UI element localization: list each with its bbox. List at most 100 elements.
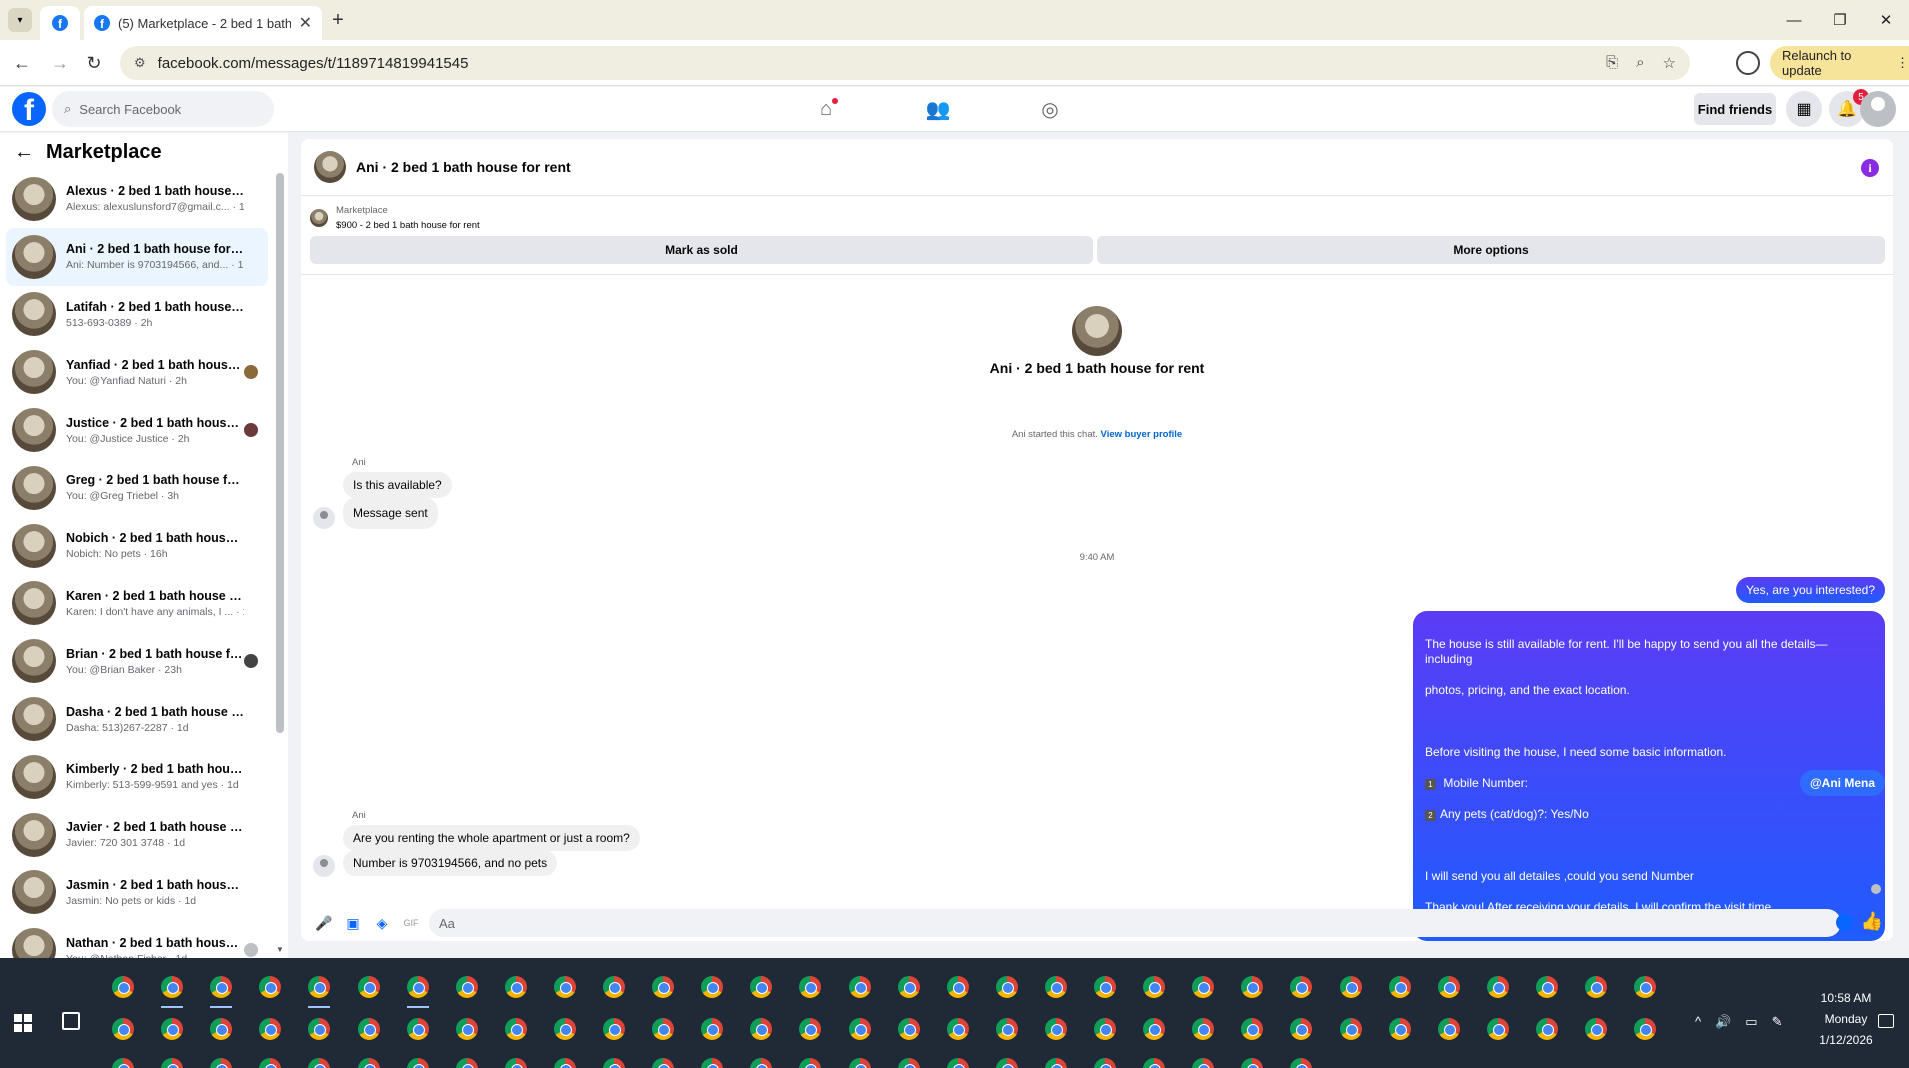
- mark-as-sold-button[interactable]: Mark as sold: [310, 236, 1093, 264]
- network-icon[interactable]: ▭: [1745, 1014, 1757, 1030]
- active-tab[interactable]: f (5) Marketplace - 2 bed 1 bath h ✕: [84, 6, 322, 40]
- chrome-taskbar-icon[interactable]: [308, 1058, 331, 1068]
- conversation-item[interactable]: Javier · 2 bed 1 bath house for r... Javi…: [6, 806, 268, 864]
- chrome-taskbar-icon[interactable]: [701, 1018, 724, 1040]
- chrome-taskbar-icon[interactable]: [1290, 1018, 1313, 1040]
- chrome-taskbar-icon[interactable]: [1143, 976, 1166, 998]
- chrome-taskbar-icon[interactable]: [1535, 976, 1558, 998]
- chrome-taskbar-icon[interactable]: [1094, 976, 1116, 998]
- chrome-taskbar-icon[interactable]: [750, 1058, 773, 1068]
- chrome-taskbar-icon[interactable]: [946, 1058, 969, 1068]
- chrome-taskbar-icon[interactable]: [897, 1058, 920, 1068]
- conversation-item[interactable]: Karen · 2 bed 1 bath house for r... Karen…: [6, 575, 268, 633]
- thumbs-up-icon[interactable]: 👍: [1861, 911, 1883, 932]
- chrome-taskbar-icon[interactable]: [1585, 976, 1607, 998]
- chrome-taskbar-icon[interactable]: [1290, 1058, 1313, 1068]
- relaunch-to-update-button[interactable]: Relaunch to update ⋮: [1770, 46, 1909, 80]
- chrome-taskbar-icon[interactable]: [848, 976, 871, 998]
- chrome-taskbar-icon[interactable]: [308, 976, 331, 1008]
- chrome-taskbar-icon[interactable]: [1094, 1018, 1116, 1040]
- chrome-taskbar-icon[interactable]: [1339, 976, 1362, 998]
- photo-attach-icon[interactable]: ▣: [342, 912, 364, 934]
- menu-grid-icon[interactable]: ▦: [1786, 91, 1822, 127]
- address-bar[interactable]: ⚙ facebook.com/messages/t/11897148199415…: [120, 46, 1690, 80]
- chrome-taskbar-icon[interactable]: [1241, 1058, 1264, 1068]
- windows-start-icon[interactable]: [14, 1014, 32, 1032]
- new-tab-button[interactable]: +: [326, 8, 350, 32]
- close-tab-icon[interactable]: ✕: [299, 13, 312, 33]
- chrome-taskbar-icon[interactable]: [1192, 1018, 1215, 1040]
- chrome-taskbar-icon[interactable]: [553, 1058, 576, 1068]
- chrome-taskbar-icon[interactable]: [1535, 1018, 1558, 1040]
- conversation-item[interactable]: Dasha · 2 bed 1 bath house for r... Dasha…: [6, 690, 268, 748]
- facebook-logo-icon[interactable]: f: [12, 92, 46, 126]
- chrome-taskbar-icon[interactable]: [112, 1058, 134, 1068]
- chrome-taskbar-icon[interactable]: [897, 1018, 920, 1040]
- chrome-taskbar-icon[interactable]: [1241, 1018, 1264, 1040]
- chat-title[interactable]: Ani · 2 bed 1 bath house for rent: [356, 159, 571, 175]
- show-hidden-icons[interactable]: ^: [1695, 1014, 1701, 1030]
- view-buyer-profile-link[interactable]: View buyer profile: [1101, 429, 1183, 440]
- chrome-taskbar-icon[interactable]: [1388, 976, 1411, 998]
- back-arrow-icon[interactable]: ←: [14, 141, 34, 164]
- chrome-taskbar-icon[interactable]: [112, 976, 134, 998]
- back-button[interactable]: ←: [10, 51, 34, 75]
- account-avatar[interactable]: [1860, 91, 1896, 127]
- chat-listing-thumbnail[interactable]: [314, 151, 346, 183]
- chrome-taskbar-icon[interactable]: [1290, 976, 1313, 998]
- groups-icon[interactable]: ◎: [1024, 90, 1076, 130]
- chrome-taskbar-icon[interactable]: [750, 976, 773, 998]
- chrome-taskbar-icon[interactable]: [1044, 1018, 1067, 1040]
- chrome-taskbar-icon[interactable]: [1634, 1018, 1657, 1040]
- chrome-taskbar-icon[interactable]: [995, 1018, 1018, 1040]
- friends-icon[interactable]: 👥: [912, 90, 964, 130]
- chrome-taskbar-icon[interactable]: [652, 976, 675, 998]
- chrome-taskbar-icon[interactable]: [652, 1058, 675, 1068]
- chrome-taskbar-icon[interactable]: [603, 1058, 625, 1068]
- chrome-taskbar-icon[interactable]: [1094, 1058, 1116, 1068]
- chrome-taskbar-icon[interactable]: [946, 1018, 969, 1040]
- chrome-taskbar-icon[interactable]: [701, 1058, 724, 1068]
- chrome-taskbar-icon[interactable]: [161, 976, 184, 1008]
- task-view-icon[interactable]: [62, 1012, 80, 1030]
- chrome-taskbar-icon[interactable]: [553, 1018, 576, 1040]
- conversation-item[interactable]: Kimberly · 2 bed 1 bath house f... Kimber…: [6, 748, 268, 806]
- chrome-taskbar-icon[interactable]: [1044, 1058, 1067, 1068]
- chrome-taskbar-icon[interactable]: [946, 976, 969, 998]
- chrome-taskbar-icon[interactable]: [603, 976, 625, 998]
- conversation-info-icon[interactable]: i: [1861, 159, 1879, 177]
- chrome-taskbar-icon[interactable]: [259, 1058, 282, 1068]
- chrome-taskbar-icon[interactable]: [1143, 1058, 1166, 1068]
- sidebar-scrollbar[interactable]: [276, 173, 284, 733]
- site-info-icon[interactable]: ⚙: [134, 55, 146, 71]
- chrome-taskbar-icon[interactable]: [357, 976, 380, 998]
- chrome-taskbar-icon[interactable]: [1044, 976, 1067, 998]
- conversation-item[interactable]: Yanfiad · 2 bed 1 bath house f... You: @Y…: [6, 343, 268, 401]
- chrome-taskbar-icon[interactable]: [455, 1018, 478, 1040]
- chrome-taskbar-icon[interactable]: [357, 1058, 380, 1068]
- chrome-taskbar-icon[interactable]: [1388, 1018, 1411, 1040]
- chrome-taskbar-icon[interactable]: [112, 1018, 134, 1040]
- chrome-taskbar-icon[interactable]: [455, 976, 478, 998]
- chrome-taskbar-icon[interactable]: [210, 1058, 233, 1068]
- search-facebook-input[interactable]: ⌕ Search Facebook: [52, 91, 274, 127]
- chrome-taskbar-icon[interactable]: [504, 976, 527, 998]
- scroll-down-arrow-icon[interactable]: ▼: [276, 945, 284, 954]
- chrome-taskbar-icon[interactable]: [701, 976, 724, 998]
- chrome-taskbar-icon[interactable]: [1486, 1018, 1509, 1040]
- chrome-taskbar-icon[interactable]: [259, 1018, 282, 1040]
- volume-icon[interactable]: 🔊: [1715, 1014, 1731, 1030]
- chrome-taskbar-icon[interactable]: [652, 1018, 675, 1040]
- chrome-taskbar-icon[interactable]: [799, 1018, 822, 1040]
- install-app-icon[interactable]: ⎘: [1606, 54, 1618, 72]
- conversation-item[interactable]: Nobich · 2 bed 1 bath house for... Nobich…: [6, 517, 268, 575]
- chrome-taskbar-icon[interactable]: [259, 976, 282, 998]
- chrome-taskbar-icon[interactable]: [1339, 1018, 1362, 1040]
- chrome-taskbar-icon[interactable]: [1437, 976, 1460, 998]
- more-options-button[interactable]: More options: [1097, 236, 1885, 264]
- chrome-taskbar-icon[interactable]: [1241, 976, 1264, 998]
- chrome-taskbar-icon[interactable]: [1634, 976, 1657, 998]
- bookmark-star-icon[interactable]: ☆: [1663, 54, 1676, 72]
- chrome-taskbar-icon[interactable]: [750, 1018, 773, 1040]
- reload-button[interactable]: ↻: [82, 51, 106, 75]
